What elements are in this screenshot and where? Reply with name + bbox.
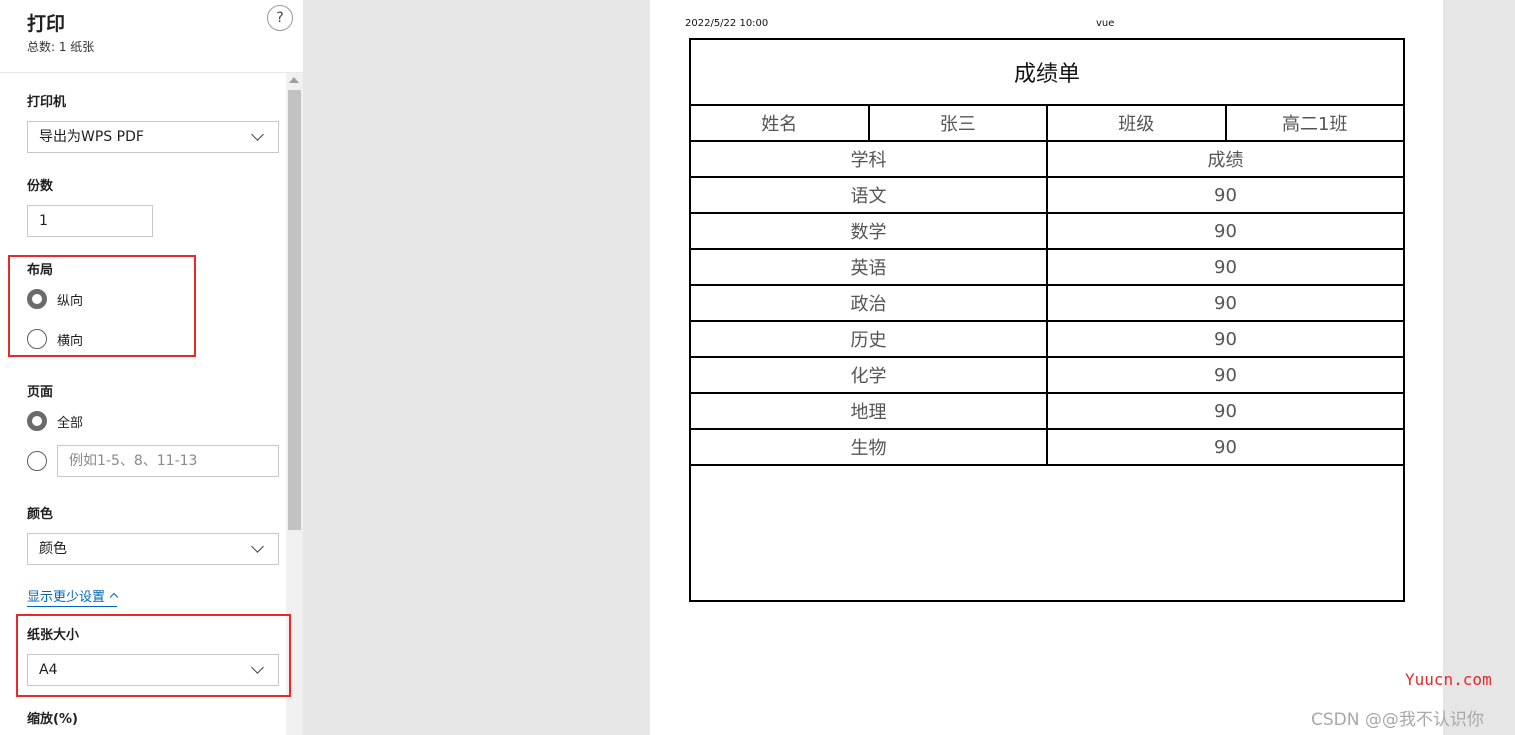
- scroll-thumb[interactable]: [288, 90, 301, 530]
- class-label-cell: 班级: [1046, 104, 1227, 142]
- pages-option-custom[interactable]: [27, 451, 47, 471]
- page-range-input[interactable]: [57, 445, 279, 477]
- subject-cell: 数学: [689, 212, 1048, 250]
- table-row: 生物 90: [689, 428, 1405, 466]
- score-header: 成绩: [1046, 140, 1405, 178]
- show-fewer-settings-label: 显示更少设置: [27, 590, 106, 605]
- subject-cell: 语文: [689, 176, 1048, 214]
- printer-label: 打印机: [27, 95, 67, 110]
- table-title-row: 成绩单: [689, 38, 1405, 106]
- table-footer-row: [689, 464, 1405, 602]
- color-value: 颜色: [39, 541, 67, 557]
- subject-cell: 历史: [689, 320, 1048, 358]
- subject-cell: 生物: [689, 428, 1048, 466]
- color-label: 颜色: [27, 507, 54, 522]
- score-cell: 90: [1046, 248, 1405, 286]
- score-cell: 90: [1046, 176, 1405, 214]
- score-cell: 90: [1046, 212, 1405, 250]
- table-row: 历史 90: [689, 320, 1405, 358]
- table-row: 英语 90: [689, 248, 1405, 286]
- score-table: 成绩单 姓名 张三 班级 高二1班 学科 成绩 语文 90 数学 90 英语 9…: [689, 38, 1405, 602]
- student-info-row: 姓名 张三 班级 高二1班: [689, 104, 1405, 142]
- pages-all-label: 全部: [57, 416, 84, 431]
- show-fewer-settings-link[interactable]: 显示更少设置: [27, 586, 119, 607]
- name-value-cell: 张三: [867, 104, 1048, 142]
- print-header-title: vue: [1096, 18, 1115, 29]
- scroll-up-arrow-icon[interactable]: [289, 77, 299, 83]
- panel-header: 打印 总数: 1 纸张 ?: [0, 0, 303, 73]
- paper-size-highlight-box: [16, 614, 291, 697]
- subject-cell: 政治: [689, 284, 1048, 322]
- author-watermark: CSDN @@我不认识你: [1311, 710, 1484, 730]
- site-watermark: Yuucn.com: [1405, 670, 1492, 689]
- class-value-cell: 高二1班: [1224, 104, 1405, 142]
- name-label-cell: 姓名: [689, 104, 870, 142]
- radio-unchecked-icon[interactable]: [27, 451, 47, 471]
- score-cell: 90: [1046, 392, 1405, 430]
- radio-checked-icon[interactable]: [27, 411, 47, 431]
- chevron-up-icon: [109, 592, 119, 602]
- sheet-count: 总数: 1 纸张: [27, 40, 95, 54]
- subject-cell: 英语: [689, 248, 1048, 286]
- help-button[interactable]: ?: [267, 5, 293, 31]
- subject-cell: 化学: [689, 356, 1048, 394]
- score-cell: 90: [1046, 320, 1405, 358]
- print-header-date: 2022/5/22 10:00: [685, 18, 769, 29]
- subject-header: 学科: [689, 140, 1048, 178]
- table-row: 化学 90: [689, 356, 1405, 394]
- print-settings-panel: 打印 总数: 1 纸张 ? 打印机 导出为WPS PDF 份数 布局 纵向 横向…: [0, 0, 303, 735]
- table-footer-cell: [689, 464, 1405, 602]
- table-header-row: 学科 成绩: [689, 140, 1405, 178]
- printer-value: 导出为WPS PDF: [39, 129, 144, 145]
- table-row: 地理 90: [689, 392, 1405, 430]
- color-select[interactable]: 颜色: [27, 533, 279, 565]
- chevron-down-icon: [251, 128, 264, 141]
- layout-highlight-box: [8, 255, 196, 357]
- subject-cell: 地理: [689, 392, 1048, 430]
- page-title: 打印: [27, 13, 66, 35]
- printer-select[interactable]: 导出为WPS PDF: [27, 121, 279, 153]
- scale-label: 缩放(%): [27, 712, 78, 727]
- pages-label: 页面: [27, 385, 54, 400]
- copies-label: 份数: [27, 179, 54, 194]
- print-preview-page: 2022/5/22 10:00 vue 成绩单 姓名 张三 班级 高二1班 学科…: [650, 0, 1443, 735]
- copies-input[interactable]: [27, 205, 153, 237]
- chevron-down-icon: [251, 540, 264, 553]
- table-row: 语文 90: [689, 176, 1405, 214]
- table-row: 政治 90: [689, 284, 1405, 322]
- table-title: 成绩单: [689, 38, 1405, 106]
- score-cell: 90: [1046, 428, 1405, 466]
- score-cell: 90: [1046, 356, 1405, 394]
- table-row: 数学 90: [689, 212, 1405, 250]
- score-cell: 90: [1046, 284, 1405, 322]
